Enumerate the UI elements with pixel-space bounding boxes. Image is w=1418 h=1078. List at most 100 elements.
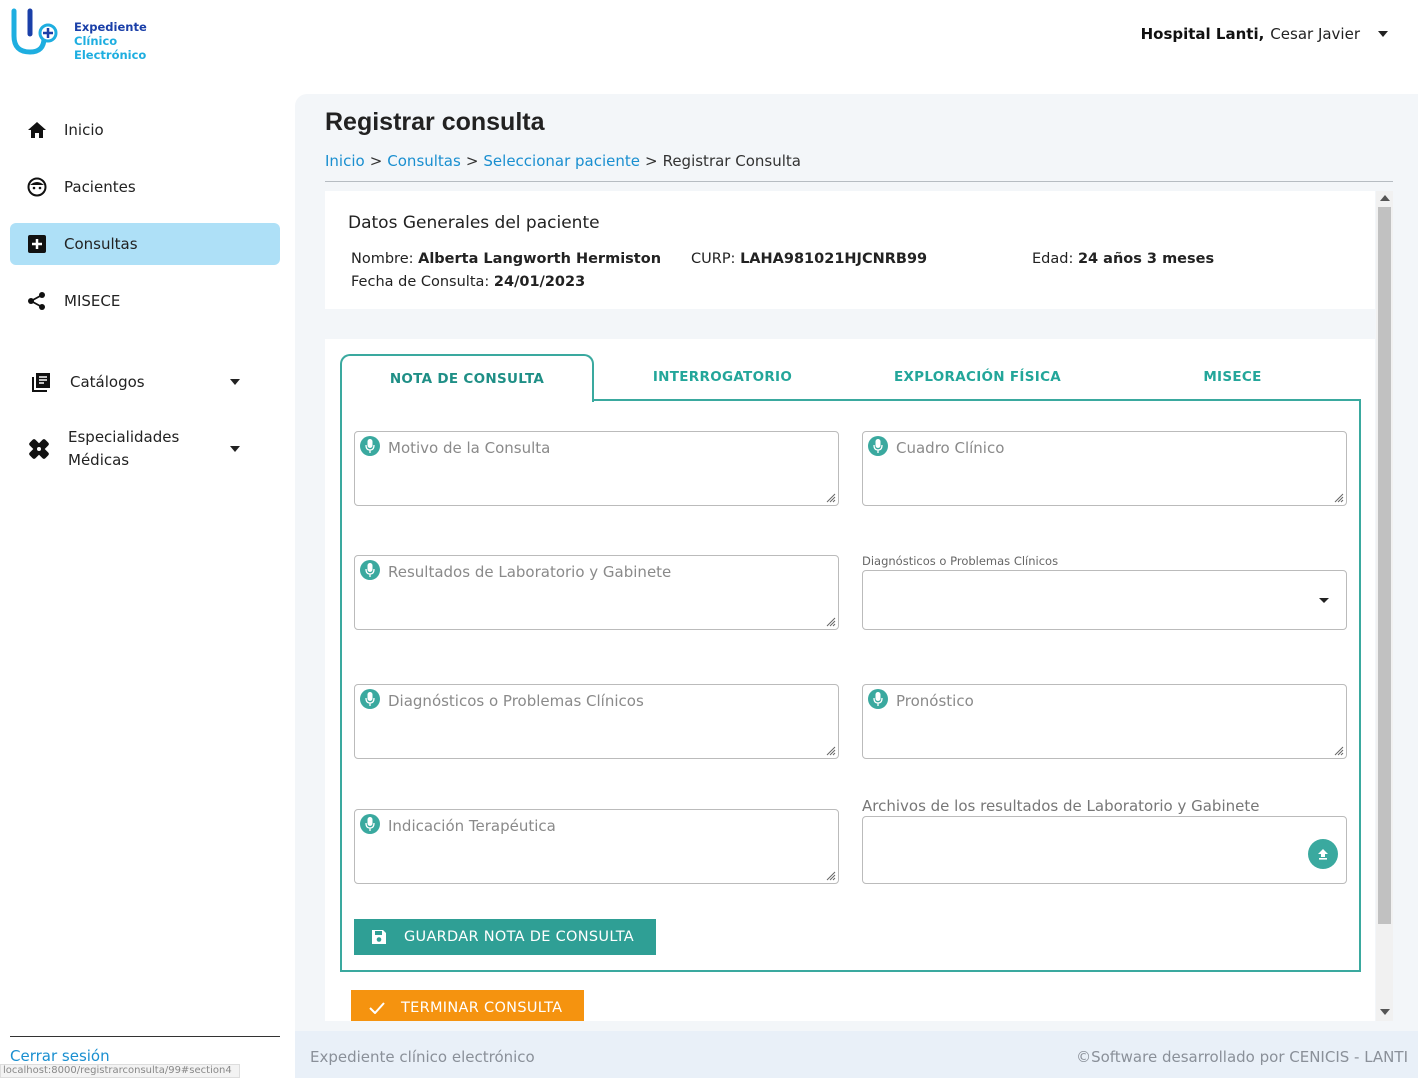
scroll-down-icon[interactable] (1380, 1009, 1390, 1015)
healing-icon (28, 438, 50, 460)
sidebar-item-label: Consultas (64, 235, 138, 253)
logout-link[interactable]: Cerrar sesión (10, 1047, 110, 1065)
patient-card: Datos Generales del paciente Nombre: Alb… (325, 191, 1375, 309)
breadcrumb: Inicio > Consultas > Seleccionar paciente > Re… (325, 152, 801, 170)
patient-curp-label: CURP: (691, 251, 736, 267)
breadcrumb-separator: > (645, 152, 658, 170)
indicacion-terapeutica-placeholder: Indicación Terapéutica (388, 817, 556, 835)
resize-handle-icon[interactable] (824, 615, 836, 627)
motivo-consulta-field[interactable]: Motivo de la Consulta (354, 431, 839, 506)
logo-line3: Electrónico (74, 48, 147, 62)
patient-curp-value: LAHA981021HJCNRB99 (740, 251, 928, 267)
page-title: Registrar consulta (325, 108, 545, 136)
tab-misece[interactable]: MISECE (1105, 354, 1360, 400)
microphone-icon[interactable] (360, 436, 380, 456)
main-content: Registrar consulta Inicio > Consultas > Sele… (295, 94, 1418, 1078)
sidebar-item-label: Especialidades (68, 428, 180, 446)
sidebar-item-consultas[interactable]: Consultas (10, 223, 280, 265)
breadcrumb-inicio[interactable]: Inicio (325, 152, 365, 170)
upload-icon[interactable] (1308, 839, 1338, 869)
diagnosticos-field[interactable]: Diagnósticos o Problemas Clínicos (354, 684, 839, 759)
logo-text: Expediente Clínico Electrónico (74, 20, 147, 62)
resize-handle-icon[interactable] (824, 869, 836, 881)
archivos-label: Archivos de los resultados de Laboratori… (862, 797, 1260, 815)
user-menu[interactable]: Hospital Lanti, Cesar Javier (1141, 25, 1388, 43)
face-icon (26, 176, 48, 198)
chevron-down-icon[interactable] (230, 379, 240, 385)
sidebar-item-especialidades[interactable]: Especialidades Médicas (10, 426, 280, 472)
sidebar-item-catalogos[interactable]: Catálogos (10, 361, 280, 403)
app-logo[interactable]: Expediente Clínico Electrónico (10, 8, 150, 62)
cuadro-clinico-field[interactable]: Cuadro Clínico (862, 431, 1347, 506)
resize-handle-icon[interactable] (824, 491, 836, 503)
patient-age-label: Edad: (1032, 251, 1074, 267)
microphone-icon[interactable] (360, 560, 380, 580)
home-icon (26, 119, 48, 141)
resultados-laboratorio-placeholder: Resultados de Laboratorio y Gabinete (388, 563, 672, 581)
microphone-icon[interactable] (868, 689, 888, 709)
medical-plus-icon (26, 233, 48, 255)
scrollbar-thumb[interactable] (1378, 207, 1391, 924)
microphone-icon[interactable] (360, 689, 380, 709)
divider (10, 1036, 280, 1037)
chevron-down-icon (1319, 598, 1329, 603)
footer: Expediente clínico electrónico ©Software… (295, 1031, 1418, 1078)
patient-age: Edad: 24 años 3 meses (1032, 251, 1214, 267)
tab-interrogatorio[interactable]: INTERROGATORIO (595, 354, 850, 400)
breadcrumb-seleccionar-paciente[interactable]: Seleccionar paciente (483, 152, 640, 170)
nota-consulta-panel: Motivo de la Consulta Cuadro Clínico Res… (340, 399, 1361, 972)
sidebar-item-pacientes[interactable]: Pacientes (10, 166, 280, 208)
consultation-date: Fecha de Consulta: 24/01/2023 (351, 274, 585, 290)
footer-right-text: ©Software desarrollado por CENICIS - LAN… (1076, 1048, 1408, 1066)
breadcrumb-separator: > (369, 152, 383, 170)
resultados-laboratorio-field[interactable]: Resultados de Laboratorio y Gabinete (354, 555, 839, 630)
status-url: localhost:8000/registrarconsulta/99#sect… (0, 1064, 240, 1078)
finish-consultation-label: TERMINAR CONSULTA (401, 1000, 563, 1016)
patient-curp: CURP: LAHA981021HJCNRB99 (691, 251, 927, 267)
resize-handle-icon[interactable] (1332, 491, 1344, 503)
consultation-date-value: 24/01/2023 (493, 274, 586, 290)
patient-name: Nombre: Alberta Langworth Hermiston (351, 251, 661, 267)
tab-exploracion-fisica[interactable]: EXPLORACIÓN FÍSICA (850, 354, 1105, 400)
patient-name-value: Alberta Langworth Hermiston (418, 251, 662, 267)
finish-consultation-button[interactable]: TERMINAR CONSULTA (351, 990, 584, 1021)
sidebar-item-label: Inicio (64, 121, 104, 139)
scrollbar[interactable] (1376, 191, 1393, 1021)
check-icon (369, 1002, 385, 1014)
chevron-down-icon[interactable] (230, 446, 240, 452)
save-icon (371, 929, 387, 945)
content-scroll-area[interactable]: Datos Generales del paciente Nombre: Alb… (325, 191, 1393, 1021)
archivos-upload-field[interactable] (862, 816, 1347, 884)
patient-card-title: Datos Generales del paciente (348, 213, 600, 233)
logo-line1: Expediente (74, 20, 147, 34)
share-icon (26, 290, 48, 312)
patient-name-label: Nombre: (351, 251, 414, 267)
resize-handle-icon[interactable] (824, 744, 836, 756)
save-nota-button[interactable]: GUARDAR NOTA DE CONSULTA (354, 919, 656, 955)
chevron-down-icon[interactable] (1378, 31, 1388, 37)
pronostico-placeholder: Pronóstico (896, 692, 974, 710)
sidebar-item-label: MISECE (64, 292, 121, 310)
patient-age-value: 24 años 3 meses (1077, 251, 1215, 267)
hospital-name: Hospital Lanti, (1140, 25, 1265, 43)
diagnosticos-select[interactable] (862, 570, 1347, 630)
breadcrumb-divider (325, 181, 1393, 182)
pronostico-field[interactable]: Pronóstico (862, 684, 1347, 759)
sidebar-item-misece[interactable]: MISECE (10, 280, 280, 322)
resize-handle-icon[interactable] (1332, 744, 1344, 756)
scroll-up-icon[interactable] (1380, 195, 1390, 201)
sidebar-item-label: Catálogos (70, 373, 145, 391)
save-nota-label: GUARDAR NOTA DE CONSULTA (404, 929, 634, 945)
footer-left-text: Expediente clínico electrónico (310, 1048, 535, 1066)
logo-line2: Clínico (74, 34, 118, 48)
microphone-icon[interactable] (360, 814, 380, 834)
breadcrumb-consultas[interactable]: Consultas (387, 152, 461, 170)
sidebar-item-inicio[interactable]: Inicio (10, 109, 280, 151)
microphone-icon[interactable] (868, 436, 888, 456)
breadcrumb-current: Registrar Consulta (662, 152, 801, 170)
indicacion-terapeutica-field[interactable]: Indicación Terapéutica (354, 809, 839, 884)
tab-nota-de-consulta[interactable]: NOTA DE CONSULTA (340, 354, 594, 402)
sidebar-item-label2: Médicas (68, 451, 130, 469)
diagnosticos-placeholder: Diagnósticos o Problemas Clínicos (388, 692, 644, 710)
sidebar-item-label: Pacientes (64, 178, 136, 196)
